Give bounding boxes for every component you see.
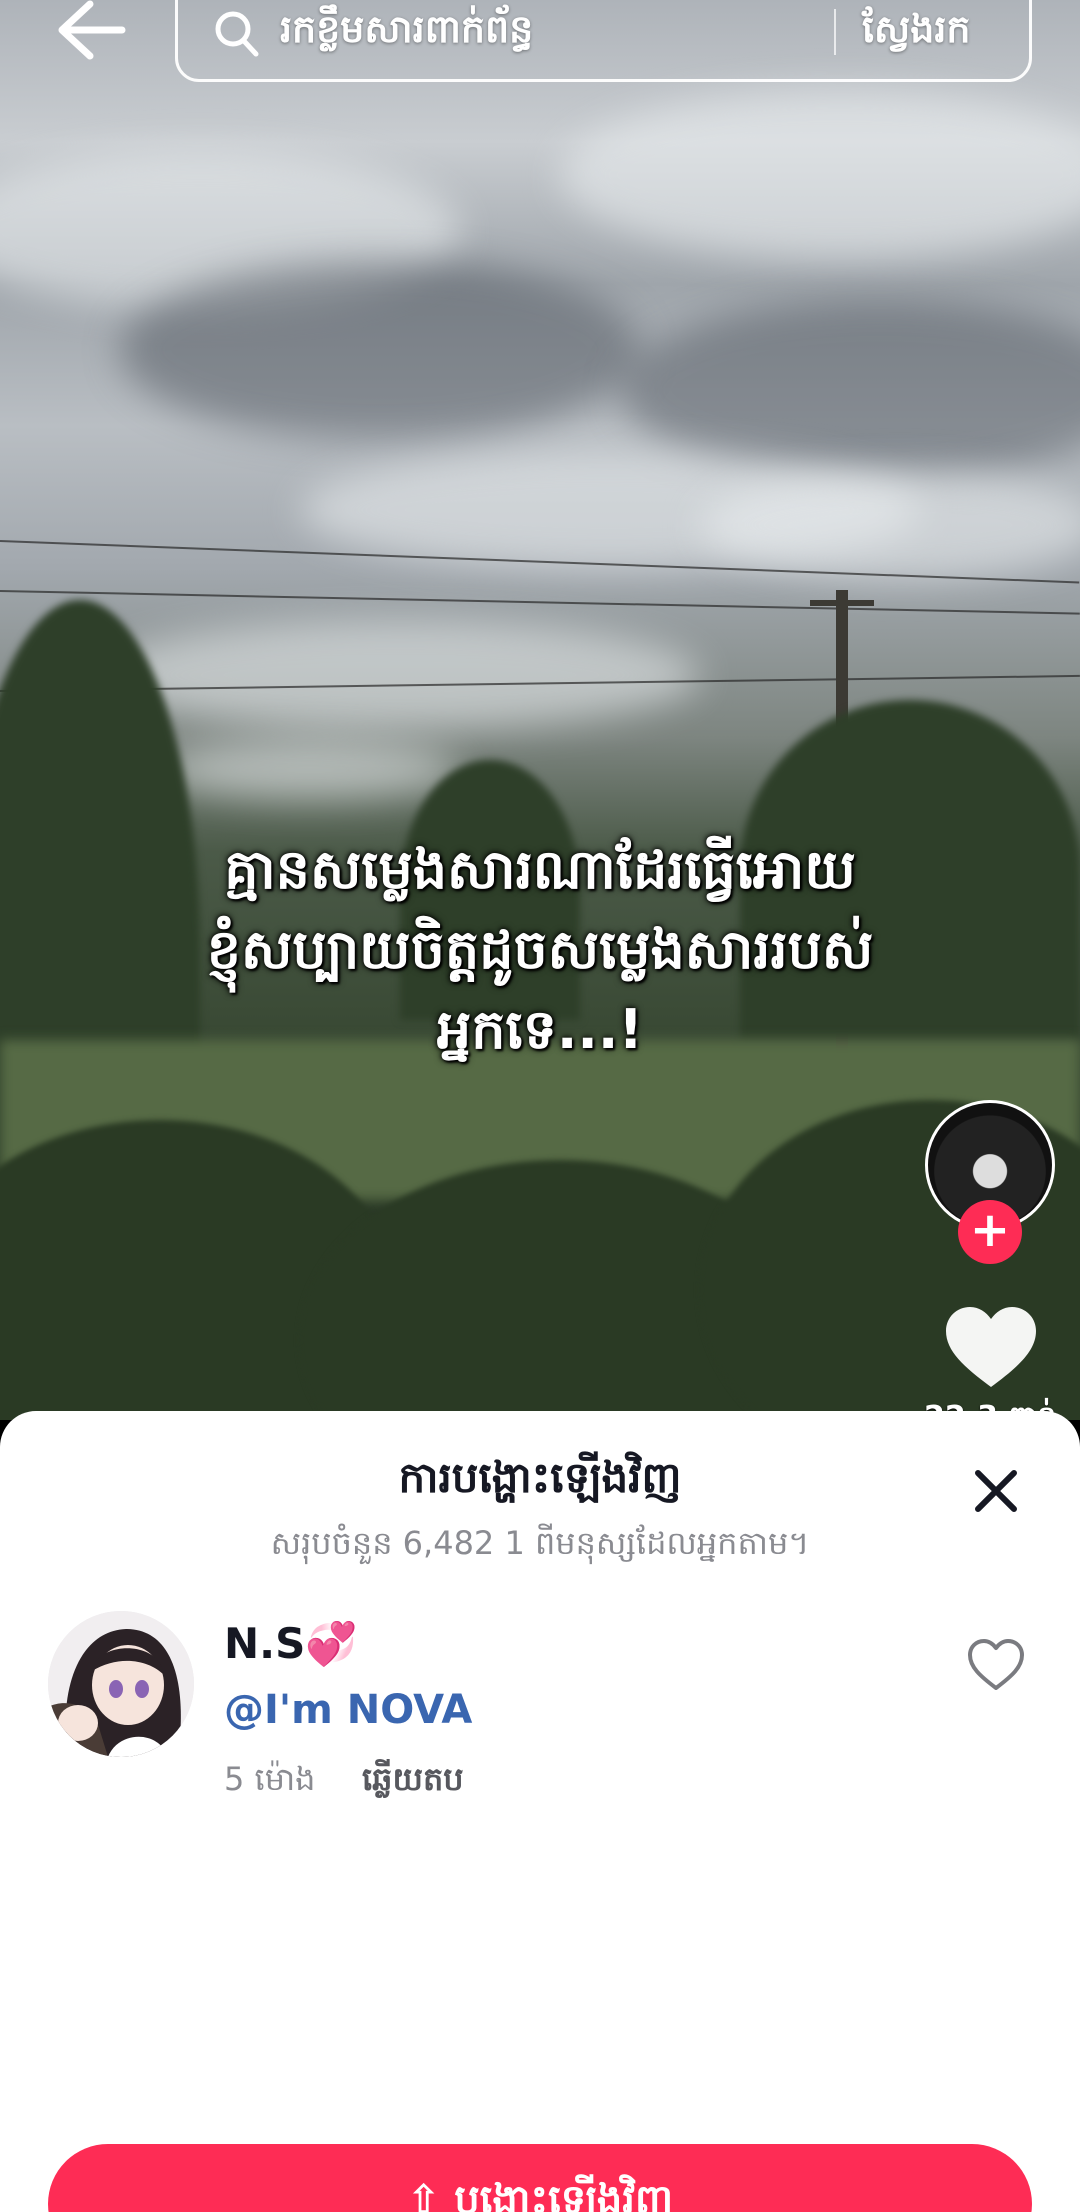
repost-count-summary: សរុបចំនួន 6,482 1 ពីមនុស្សដែលអ្នកតាម។ [270,1524,810,1562]
caption-line: ខ្ញុំសប្បាយចិត្តដូចសម្លេងសាររបស់ [206,918,874,981]
list-item[interactable]: N.S💞 @I'm NOVA 5 ម៉ោង ឆ្លើយតប [0,1611,1080,1811]
follow-button[interactable]: + [958,1200,1022,1264]
caption-line: អ្នកទេ...! [436,998,644,1061]
back-button[interactable] [56,0,128,60]
reposts-sheet: ការបង្ហោះឡើងវិញ សរុបចំនួន 6,482 1 ពីមនុស… [0,1411,1080,2212]
heart-outline-icon [968,1639,1024,1690]
search-button[interactable]: ស្វែងរក [862,5,971,61]
heart-filled-icon [946,1307,1036,1387]
reply-button[interactable]: ឆ្លើយតប [362,1759,464,1806]
video-caption: គ្មានសម្លេងសារណាដែរធ្វើអោយ ខ្ញុំសប្បាយចិ… [80,830,1000,1070]
cloud [160,740,460,800]
cloud [120,260,640,440]
avatar[interactable] [48,1611,194,1757]
power-line [0,590,1080,615]
like-button[interactable] [944,1305,1038,1391]
search-bar[interactable]: រកខ្លឹមសារពាក់ព័ន្ធ ស្វែងរក [175,0,1032,82]
video-frame[interactable] [0,0,1080,1420]
cloud [560,90,1080,260]
caption-line: គ្មានសម្លេងសារណាដែរធ្វើអោយ [224,838,856,901]
repost-button[interactable]: ⇧ បង្ហោះឡើងវិញ [48,2144,1032,2212]
cloud [100,620,700,730]
close-icon [975,1470,1017,1512]
utility-pole-bar [810,600,874,606]
search-icon [215,11,259,57]
sheet-title: ការបង្ហោះឡើងវិញ [398,1453,682,1502]
back-arrow-icon [58,0,126,60]
cloud [700,470,1080,580]
repost-time: 5 ម៉ោង [224,1760,316,1798]
repost-user-name[interactable]: N.S💞 [224,1619,358,1669]
close-button[interactable] [968,1463,1024,1519]
search-divider [834,9,836,55]
repost-like-button[interactable] [966,1637,1026,1693]
repost-user-handle[interactable]: @I'm NOVA [224,1687,472,1733]
search-input[interactable]: រកខ្លឹមសារពាក់ព័ន្ធ [280,5,533,61]
avatar-image [48,1611,194,1757]
